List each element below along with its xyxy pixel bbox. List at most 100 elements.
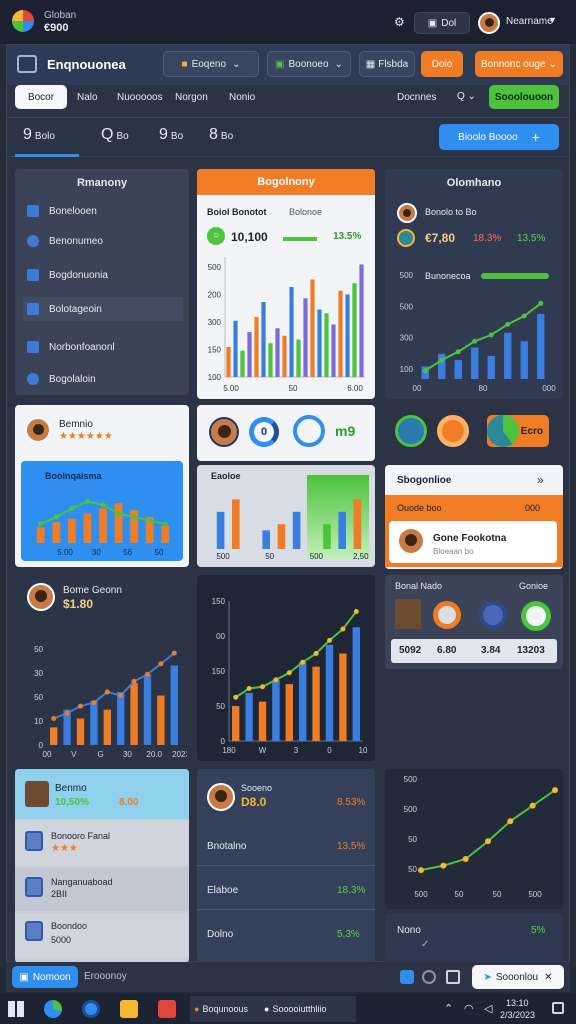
clock-time[interactable]: 13:10: [506, 998, 529, 1008]
sidebar-item-6[interactable]: Bogolaloin: [23, 367, 183, 391]
sidebar-item-4[interactable]: Bolotageoin: [23, 297, 183, 321]
x-tick-label: 50: [155, 548, 164, 557]
taskbar-app-2[interactable]: ● Sooooiutthliio: [260, 996, 356, 1022]
x-tick-label: 500: [216, 552, 230, 561]
sidebar-item-5[interactable]: Norbonfoanonl: [23, 335, 183, 359]
dropdown-2[interactable]: ▣ Boonoeo ⌄: [267, 51, 351, 77]
chart-bar: [504, 332, 512, 379]
tab-home[interactable]: Bocor: [15, 85, 67, 109]
wifi-icon[interactable]: ◠: [464, 1002, 474, 1015]
notification-icon[interactable]: [552, 1002, 564, 1014]
right-panel: Sbogonlioe » Ouode boo 000 Gone Fookotna…: [385, 465, 563, 569]
sidebar-item-2[interactable]: Benonumeo: [23, 229, 183, 253]
expand-icon[interactable]: »: [537, 473, 544, 487]
status-right-button[interactable]: ➤ Sooonlou ✕: [472, 965, 564, 989]
volume-icon[interactable]: ◁: [484, 1002, 492, 1015]
chart-point: [488, 332, 494, 338]
chart-bar: [339, 653, 347, 741]
stat-2[interactable]: Q Bo: [101, 126, 129, 144]
chart-bar: [161, 525, 170, 543]
user-name[interactable]: Nearname: [506, 16, 553, 27]
divider: [197, 909, 375, 910]
profile-card: Bemnio ★★★★★★ Boolnqaisma 5.00 30 56 50: [15, 405, 189, 567]
chart-bar: [324, 313, 329, 377]
sidebar-title: Rmanony: [76, 177, 128, 189]
chart-bar: [170, 665, 178, 745]
globe-icon[interactable]: [395, 415, 427, 447]
chevron-up-icon[interactable]: ⌃: [444, 1002, 453, 1015]
left-chart-avatar: [27, 583, 55, 611]
y-tick-label: 150: [208, 346, 222, 355]
checkmark-icon: ✓: [421, 939, 430, 950]
chart-bar: [143, 674, 152, 745]
window-title: Enqnouonea: [47, 57, 126, 72]
clock-date[interactable]: 2/3/2023: [500, 1010, 535, 1020]
chevron-down-icon: ⌄: [548, 58, 557, 70]
settings-icon[interactable]: ⚙: [394, 15, 405, 29]
sidebar-item-1[interactable]: Bonelooen: [23, 199, 183, 223]
chart-bar: [90, 700, 98, 745]
taskbar: ● Boqunoous ● Sooooiutthliio ⌃ ◠ ◁ 13:10 2…: [0, 994, 576, 1024]
folder-icon[interactable]: [120, 1000, 138, 1018]
app-icon[interactable]: [400, 970, 414, 984]
file-button[interactable]: ▦ Flsbda: [359, 51, 415, 77]
browser-icon[interactable]: [82, 1000, 100, 1018]
chart-bar: [254, 317, 259, 377]
stat-3[interactable]: 9 Bo: [159, 126, 183, 144]
chart-point: [529, 802, 536, 809]
circle-tag: m9: [335, 423, 356, 439]
cta-button[interactable]: Bonnonc ouge ⌄: [475, 51, 563, 77]
chart-bar: [312, 666, 320, 741]
chart-point: [131, 678, 137, 684]
dropdown-1[interactable]: ■ Eoqeno ⌄: [163, 51, 259, 77]
y-tick-label: 500: [404, 775, 418, 784]
chart-point: [439, 357, 445, 363]
right-person-label: Bonolo to Bo: [425, 207, 477, 217]
office-icon[interactable]: [158, 1000, 176, 1018]
media-label-right: Gonioe: [519, 581, 549, 591]
search-button[interactable]: ▣ Dol: [414, 12, 470, 34]
nav-link-right[interactable]: Docnnes: [397, 92, 436, 103]
chrome-icon: ●: [264, 1004, 270, 1014]
globe-icon: [27, 235, 39, 247]
list-item-2-name: Nanganuaboad: [51, 877, 113, 887]
profile-chart-title: Boolnqaisma: [45, 471, 102, 481]
chart-point: [233, 694, 239, 700]
metrics-card: Sooeno D8.0 8.53% Bnotalno 13.5% Elaboe …: [197, 769, 375, 963]
orange-ring-icon[interactable]: [437, 415, 469, 447]
small-stat-card: Nono 5% ✓: [385, 913, 563, 963]
chart-point: [300, 659, 306, 665]
person-card-name: Gone Fookotna: [433, 533, 507, 544]
y-tick-label: 500: [400, 302, 414, 311]
window-logo-icon: [17, 55, 37, 73]
stat-4[interactable]: 8 Bo: [209, 126, 233, 144]
search-dropdown[interactable]: Q ⌄: [457, 91, 476, 102]
image-icon[interactable]: [446, 970, 460, 984]
tab-4[interactable]: Norgon: [175, 92, 208, 103]
tab-5[interactable]: Nonio: [229, 92, 255, 103]
status-strip: ▣ Nomoon Erooonoy ➤ Sooonlou ✕: [6, 962, 570, 992]
x-tick-label: 30: [123, 750, 132, 759]
tab-2[interactable]: Nalo: [77, 92, 98, 103]
blue-action-button[interactable]: Bioolo Boooo +: [439, 124, 559, 150]
chart-point: [64, 710, 70, 716]
telegram-icon: ➤: [483, 971, 492, 983]
user-avatar[interactable]: [478, 12, 500, 34]
app-logo-icon[interactable]: [12, 10, 34, 32]
green-button[interactable]: Sooolouoon: [489, 85, 559, 109]
orange-bar-value: 000: [525, 503, 541, 513]
orange-button[interactable]: Doio: [421, 51, 463, 77]
status-left-button[interactable]: ▣ Nomoon: [12, 966, 78, 988]
tab-3[interactable]: Nuooooos: [117, 92, 163, 103]
start-icon[interactable]: [8, 1001, 24, 1017]
sidebar-item-3[interactable]: Bogdonuonia: [23, 263, 183, 287]
chevron-down-icon[interactable]: ▼: [548, 15, 557, 25]
stat-1[interactable]: 9 Bolo: [23, 126, 55, 144]
taskbar-app-1[interactable]: ● Boqunoous: [190, 996, 260, 1022]
edge-icon[interactable]: [44, 1000, 62, 1018]
x-tick-label: 3: [294, 746, 299, 755]
chart-point: [455, 349, 461, 355]
info-icon[interactable]: [422, 970, 436, 984]
small-stat-label: Nono: [397, 925, 421, 936]
profile-mini-chart: 5.00 30 56 50: [36, 498, 170, 557]
